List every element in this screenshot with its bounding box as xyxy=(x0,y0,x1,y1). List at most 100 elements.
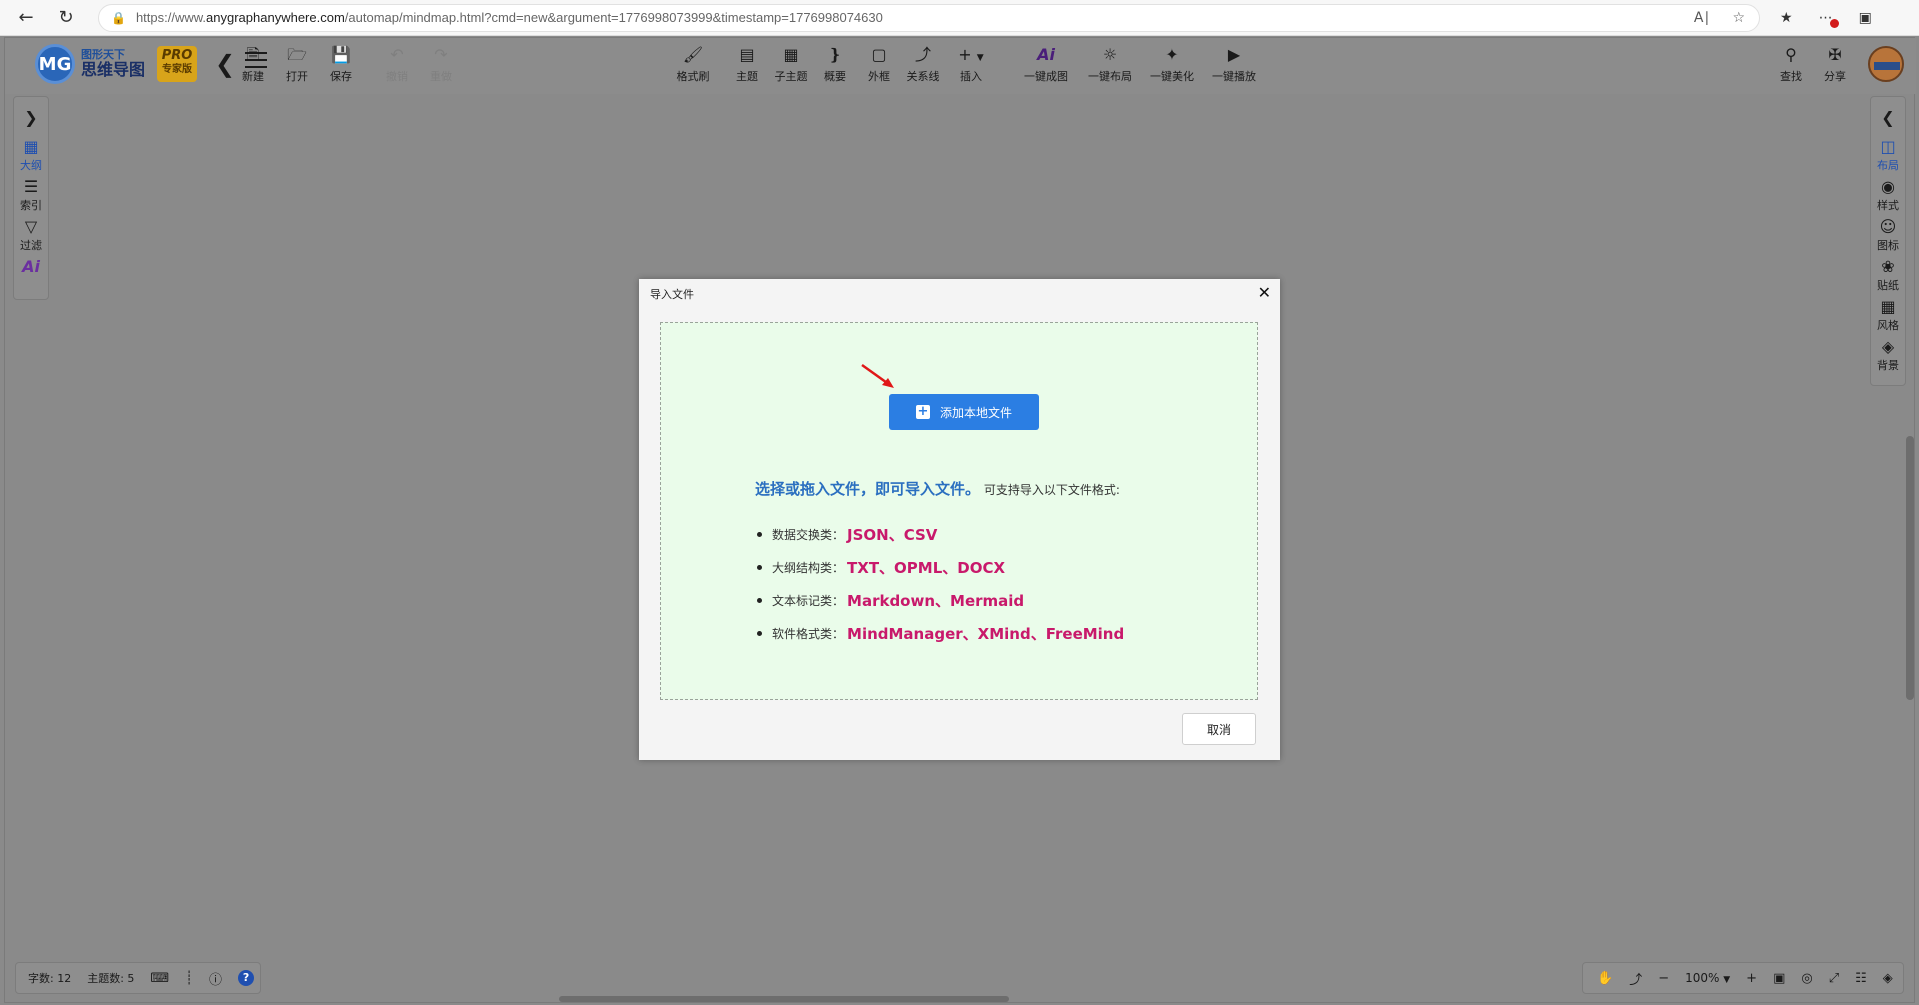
magic-wand-icon: ✦ xyxy=(1165,45,1179,64)
boundary-button[interactable]: ▢ 外框 xyxy=(857,44,901,84)
ai-beautify-button[interactable]: ✦ 一键美化 xyxy=(1147,44,1197,84)
zoom-select[interactable]: 100% ▼ xyxy=(1685,971,1730,985)
more-icon[interactable]: ⋯ xyxy=(1819,10,1839,28)
filter-icon: ▽ xyxy=(24,217,38,236)
back-icon[interactable]: ← xyxy=(12,4,40,32)
sidebar-icon[interactable]: ▣ xyxy=(1859,10,1872,26)
cancel-button[interactable]: 取消 xyxy=(1182,713,1256,745)
pro-badge: PRO 专家版 xyxy=(157,46,198,82)
layout-tree-icon: ☼ xyxy=(1102,45,1118,64)
insert-button[interactable]: + ▼ 插入 xyxy=(949,44,993,84)
find-button[interactable]: ⚲ 查找 xyxy=(1769,44,1813,84)
summary-icon: ❵ xyxy=(828,45,842,64)
ai-play-button[interactable]: ▶ 一键播放 xyxy=(1209,44,1259,84)
topic-icon: ▤ xyxy=(739,45,755,64)
boundary-icon: ▢ xyxy=(871,45,887,64)
layers-icon[interactable]: ◈ xyxy=(1883,971,1893,986)
add-local-file-button[interactable]: + 添加本地文件 xyxy=(889,394,1039,430)
favorites-icon[interactable]: ★ xyxy=(1780,10,1793,26)
layout-icon: ◫ xyxy=(1880,137,1896,156)
sidebar-item-outline[interactable]: ▦ 大纲 xyxy=(14,137,48,177)
left-side-panel: ❯ ▦ 大纲 ☰ 索引 ▽ 过滤 Ai xyxy=(13,96,49,300)
zoom-bar: ✋ ⤴ − 100% ▼ + ▣ ◎ ⤢ ☷ ◈ xyxy=(1582,962,1904,994)
list-item: 数据交换类： JSON、CSV xyxy=(757,518,1124,551)
share-icon: ✠ xyxy=(1828,45,1842,64)
undo-icon: ↶ xyxy=(390,45,404,64)
folder-icon: 🗁 xyxy=(287,45,307,64)
sidebar-item-ai[interactable]: Ai xyxy=(14,257,48,297)
new-file-icon: 🗎 xyxy=(246,45,260,64)
list-icon: ☰ xyxy=(23,177,39,196)
import-file-dialog: 导入文件 ✕ + 添加本地文件 选择或拖入文件，即可导入文件。 可支持导入以下文… xyxy=(639,279,1280,760)
address-bar[interactable]: 🔒 https://www.anygraphanywhere.com/autom… xyxy=(98,3,1760,32)
ai-layout-button[interactable]: ☼ 一键布局 xyxy=(1085,44,1135,84)
close-icon[interactable]: ✕ xyxy=(1258,285,1271,301)
pointer-arrow-icon xyxy=(861,363,894,388)
subtopic-button[interactable]: ▦ 子主题 xyxy=(769,44,813,84)
avatar[interactable] xyxy=(1868,46,1904,82)
save-icon: 💾 xyxy=(331,45,351,64)
url-text: https://www.anygraphanywhere.com/automap… xyxy=(135,10,883,25)
app-logo[interactable]: MG 图形天下 思维导图 PRO 专家版 xyxy=(35,44,198,84)
palette-icon: ◉ xyxy=(1881,177,1895,196)
sidebar-item-sticker[interactable]: ❀ 贴纸 xyxy=(1871,257,1905,297)
map-icon[interactable]: ☷ xyxy=(1855,971,1867,986)
browser-toolbar: ← ↻ 🔒 https://www.anygraphanywhere.com/a… xyxy=(0,0,1919,36)
right-side-panel: ❮ ◫ 布局 ◉ 样式 ☺ 图标 ❀ 贴纸 ▦ 风格 ◈ 背景 xyxy=(1870,96,1906,386)
dialog-title: 导入文件 xyxy=(650,288,694,301)
file-dropzone[interactable]: + 添加本地文件 选择或拖入文件，即可导入文件。 可支持导入以下文件格式: 数据… xyxy=(660,322,1258,700)
format-list: 数据交换类： JSON、CSV 大纲结构类： TXT、OPML、DOCX 文本标记类… xyxy=(757,518,1124,650)
zoom-in-icon[interactable]: + xyxy=(1746,971,1757,986)
relation-button[interactable]: ⤴ 关系线 xyxy=(901,44,945,84)
subtopic-icon: ▦ xyxy=(783,45,799,64)
help-icon[interactable]: ? xyxy=(238,970,255,986)
sidebar-item-index[interactable]: ☰ 索引 xyxy=(14,177,48,217)
save-button[interactable]: 💾 保存 xyxy=(319,44,363,84)
redo-icon: ↷ xyxy=(434,45,448,64)
import-instructions: 选择或拖入文件，即可导入文件。 可支持导入以下文件格式: xyxy=(755,480,1120,498)
open-button[interactable]: 🗁 打开 xyxy=(275,44,319,84)
ai-icon: Ai xyxy=(22,257,40,276)
logo-title: 思维导图 xyxy=(81,60,146,80)
horizontal-scrollbar[interactable] xyxy=(559,996,1009,1002)
sidebar-item-layout[interactable]: ◫ 布局 xyxy=(1871,137,1905,177)
vertical-scrollbar[interactable] xyxy=(1906,436,1914,700)
status-bar: 字数: 12 主题数: 5 ⌨ ┊ ⓘ ? xyxy=(15,962,261,994)
lock-icon: 🔒 xyxy=(111,10,126,25)
fit-screen-icon[interactable]: ▣ xyxy=(1773,971,1785,986)
info-icon[interactable]: ⓘ xyxy=(209,969,222,988)
chevron-right-icon[interactable]: ❯ xyxy=(14,97,48,137)
hand-icon[interactable]: ✋ xyxy=(1597,971,1613,986)
sidebar-item-icon[interactable]: ☺ 图标 xyxy=(1871,217,1905,257)
connector-icon[interactable]: ⤴ xyxy=(1629,969,1642,988)
keyboard-icon[interactable]: ⌨ xyxy=(150,971,169,986)
share-button[interactable]: ✠ 分享 xyxy=(1813,44,1857,84)
chevron-left-icon[interactable]: ❮ xyxy=(1871,97,1905,137)
read-aloud-icon[interactable]: A∣ xyxy=(1694,10,1711,26)
ai-icon: Ai xyxy=(1037,45,1055,64)
ai-generate-button[interactable]: Ai 一键成图 xyxy=(1021,44,1071,84)
new-button[interactable]: 🗎 新建 xyxy=(231,44,275,84)
favorite-star-icon[interactable]: ☆ xyxy=(1732,10,1745,26)
format-brush-button[interactable]: 🖌 格式刷 xyxy=(671,44,715,84)
sidebar-item-filter[interactable]: ▽ 过滤 xyxy=(14,217,48,257)
center-icon[interactable]: ◎ xyxy=(1801,971,1812,986)
zoom-out-icon[interactable]: − xyxy=(1658,971,1669,986)
layers-icon: ◈ xyxy=(1881,337,1895,356)
outline-icon: ▦ xyxy=(23,137,39,156)
undo-button[interactable]: ↶ 撤销 xyxy=(375,44,419,84)
word-count: 字数: 12 xyxy=(28,972,72,985)
summary-button[interactable]: ❵ 概要 xyxy=(813,44,857,84)
sidebar-item-theme[interactable]: ▦ 风格 xyxy=(1871,297,1905,337)
topic-button[interactable]: ▤ 主题 xyxy=(725,44,769,84)
redo-button[interactable]: ↷ 重做 xyxy=(419,44,463,84)
structure-icon[interactable]: ┊ xyxy=(185,971,193,986)
sidebar-item-background[interactable]: ◈ 背景 xyxy=(1871,337,1905,377)
fullscreen-icon[interactable]: ⤢ xyxy=(1829,971,1839,986)
list-item: 大纲结构类： TXT、OPML、DOCX xyxy=(757,551,1124,584)
sidebar-item-style[interactable]: ◉ 样式 xyxy=(1871,177,1905,217)
topic-count: 主题数: 5 xyxy=(87,972,135,985)
list-item: 软件格式类： MindManager、XMind、FreeMind xyxy=(757,617,1124,650)
refresh-icon[interactable]: ↻ xyxy=(52,4,80,32)
smiley-icon: ☺ xyxy=(1879,217,1897,236)
